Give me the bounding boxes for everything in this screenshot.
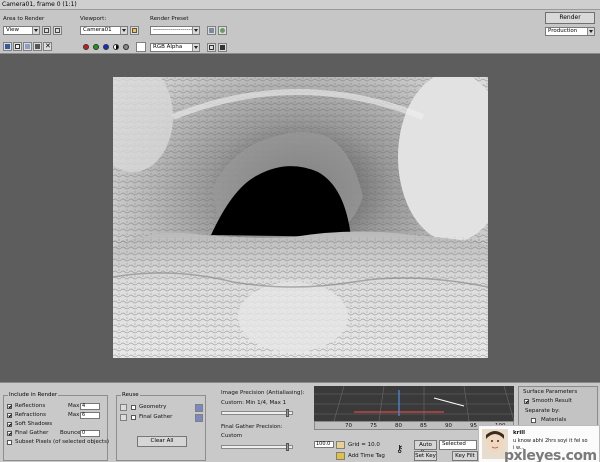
- subset-pixels-label: Subset Pixels (of selected objects): [15, 439, 110, 445]
- reflections-label: Reflections: [15, 403, 46, 409]
- copy-image-icon[interactable]: [13, 42, 22, 51]
- separate-by-label: Separate by:: [525, 408, 560, 414]
- geometry-checkbox[interactable]: [131, 405, 136, 410]
- area-to-render-label: Area to Render: [3, 16, 45, 22]
- final-gather-precision-label: Final Gather Precision:: [221, 424, 283, 430]
- materials-checkbox[interactable]: [531, 418, 536, 423]
- add-time-tag-label[interactable]: Add Time Tag: [348, 453, 385, 459]
- viewport-label: Viewport:: [80, 16, 107, 22]
- render-setup-icon[interactable]: [207, 26, 216, 35]
- surface-parameters-title: Surface Parameters: [523, 389, 578, 395]
- final-gather-label: Final Gather: [15, 430, 49, 436]
- final-gather-checkbox[interactable]: [7, 431, 12, 436]
- tick-label: 85: [420, 423, 427, 429]
- geometry-save-icon[interactable]: [195, 404, 203, 412]
- reuse-group: Reuse Geometry Final Gather Clear All: [116, 392, 206, 461]
- tick-label: 70: [345, 423, 352, 429]
- render-settings-panel: Include in Render Reflections Max 4 Refr…: [0, 382, 600, 462]
- tick-label: 90: [445, 423, 452, 429]
- lock-selection-icon[interactable]: [336, 441, 345, 449]
- window-titlebar: Camera01, frame 0 (1:1): [0, 0, 600, 10]
- render-preset-dropdown[interactable]: ----------------------: [150, 26, 200, 35]
- chat-username: krill: [513, 430, 526, 436]
- refractions-label: Refractions: [15, 412, 46, 418]
- soft-shadows-label: Soft Shadows: [15, 421, 53, 427]
- blue-channel-toggle[interactable]: [103, 44, 109, 50]
- reflections-checkbox[interactable]: [7, 404, 12, 409]
- reuse-final-gather-label: Final Gather: [139, 414, 173, 420]
- final-gather-lock-icon[interactable]: [120, 414, 127, 421]
- frame-buffer-area: [0, 55, 600, 382]
- geometry-label: Geometry: [139, 404, 167, 410]
- edit-region-icon[interactable]: [42, 26, 51, 35]
- soft-shadows-checkbox[interactable]: [7, 422, 12, 427]
- rendered-image: [113, 77, 488, 358]
- key-icon[interactable]: ⚷: [396, 445, 403, 455]
- perspective-viewport[interactable]: [314, 386, 514, 421]
- time-tag-icon[interactable]: [336, 452, 345, 460]
- toggle-ui-icon[interactable]: [218, 43, 227, 52]
- geometry-lock-icon[interactable]: [120, 404, 127, 411]
- save-image-icon[interactable]: [3, 42, 12, 51]
- tick-label: 95: [470, 423, 477, 429]
- reuse-title: Reuse: [121, 392, 140, 398]
- set-key-button[interactable]: Set Key: [414, 451, 437, 461]
- max2-label: Max: [68, 412, 80, 418]
- final-gather-precision-value: Custom: [221, 433, 243, 439]
- image-precision-label: Image Precision (Antialiasing):: [221, 390, 305, 396]
- viewport-grid-svg: [314, 386, 514, 421]
- final-gather-precision-slider[interactable]: [221, 443, 293, 451]
- auto-key-button[interactable]: Auto Key: [414, 440, 437, 456]
- tick-label: 75: [370, 423, 377, 429]
- area-to-render-dropdown[interactable]: View: [3, 26, 40, 35]
- auto-region-icon[interactable]: [53, 26, 62, 35]
- reflections-max-spinner[interactable]: 4: [80, 403, 100, 410]
- clear-all-button[interactable]: Clear All: [137, 436, 187, 447]
- subset-pixels-checkbox[interactable]: [7, 440, 12, 445]
- green-channel-toggle[interactable]: [93, 44, 99, 50]
- chat-message-line1: u know abhi 2hrs soyi it fel so: [513, 438, 588, 444]
- render-button[interactable]: Render: [545, 12, 595, 24]
- swatch-icon[interactable]: [136, 42, 146, 52]
- bounces-spinner[interactable]: 0: [80, 430, 100, 437]
- print-image-icon[interactable]: [33, 42, 42, 51]
- final-gather-save-icon[interactable]: [195, 414, 203, 422]
- smooth-result-label: Smooth Result: [532, 398, 572, 404]
- key-filters-button[interactable]: Key Filt: [452, 451, 478, 461]
- toggle-ui-overlay-icon[interactable]: [207, 43, 216, 52]
- window-title: Camera01, frame 0 (1:1): [2, 1, 77, 8]
- environment-icon[interactable]: [218, 26, 227, 35]
- grid-size-label: Grid = 10.0: [348, 442, 380, 448]
- red-channel-toggle[interactable]: [83, 44, 89, 50]
- include-in-render-group: Include in Render Reflections Max 4 Refr…: [3, 392, 110, 461]
- cave-render-svg: [113, 77, 488, 358]
- render-preset-label: Render Preset: [150, 16, 189, 22]
- tick-label: 80: [395, 423, 402, 429]
- monochrome-toggle[interactable]: [123, 44, 129, 50]
- max1-label: Max: [68, 403, 80, 409]
- smooth-result-checkbox[interactable]: [524, 399, 529, 404]
- render-frame-toolbar: Area to Render View Viewport: Camera01 R…: [0, 10, 600, 54]
- clone-window-icon[interactable]: [23, 42, 32, 51]
- watermark-text: pxleyes.com: [504, 448, 597, 462]
- viewport-dropdown[interactable]: Camera01: [80, 26, 128, 35]
- clear-image-icon[interactable]: ✕: [43, 42, 52, 51]
- alpha-channel-toggle[interactable]: [113, 44, 119, 50]
- reuse-final-gather-checkbox[interactable]: [131, 415, 136, 420]
- frame-spinner[interactable]: 100.0: [314, 441, 334, 448]
- refractions-max-spinner[interactable]: 6: [80, 412, 100, 419]
- materials-label: Materials: [541, 417, 567, 423]
- lock-viewport-icon[interactable]: [130, 26, 139, 35]
- key-selection-dropdown[interactable]: Selected: [439, 440, 477, 450]
- refractions-checkbox[interactable]: [7, 413, 12, 418]
- image-precision-slider[interactable]: [221, 409, 293, 417]
- image-precision-value: Custom: Min 1/4, Max 1: [221, 400, 287, 406]
- surface-parameters-panel: Surface Parameters Smooth Result Separat…: [518, 386, 598, 430]
- production-dropdown[interactable]: Production: [545, 27, 595, 36]
- include-in-render-title: Include in Render: [8, 392, 59, 398]
- display-channel-dropdown[interactable]: RGB Alpha: [150, 43, 200, 52]
